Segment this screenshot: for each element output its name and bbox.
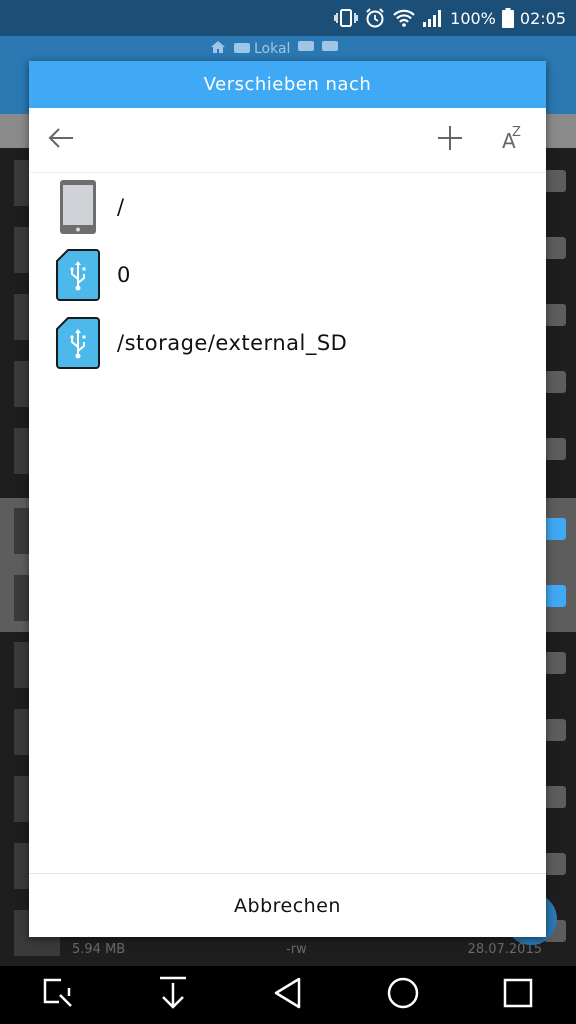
back-triangle-icon — [273, 977, 303, 1013]
tab-lokal-label: Lokal — [254, 41, 291, 57]
list-item-label: 0 — [117, 263, 131, 287]
sort-z-glyph: Z — [512, 125, 521, 140]
chat-icon — [298, 41, 315, 57]
battery-icon — [501, 8, 514, 28]
checkbox — [544, 853, 566, 875]
signal-icon — [422, 8, 444, 28]
new-folder-button[interactable] — [434, 124, 466, 156]
clock: 02:05 — [519, 8, 566, 28]
screenshot-button[interactable] — [38, 975, 78, 1015]
checkbox — [544, 786, 566, 808]
sort-az-icon: A Z — [500, 125, 528, 154]
dialog-toolbar: A Z — [29, 108, 546, 173]
checkbox-checked — [544, 585, 566, 607]
checkbox — [544, 438, 566, 460]
recents-nav-button[interactable] — [498, 975, 538, 1015]
checkbox — [544, 371, 566, 393]
checkbox — [544, 652, 566, 674]
list-item-label: /storage/external_SD — [117, 331, 348, 355]
checkbox — [544, 304, 566, 326]
download-button[interactable] — [153, 975, 193, 1015]
screenshot-icon — [41, 976, 75, 1014]
wifi-icon — [392, 8, 416, 28]
list-item-label: / — [117, 195, 125, 219]
home-circle-icon — [386, 976, 420, 1014]
background-file-info: 5.94 MB -rw 28.07.2015 — [72, 942, 542, 957]
list-item-external-sd[interactable]: /storage/external_SD — [29, 309, 546, 377]
back-button[interactable] — [45, 124, 77, 156]
checkbox-checked — [544, 518, 566, 540]
recents-square-icon — [502, 977, 534, 1013]
arrow-left-icon — [47, 126, 75, 154]
sort-button[interactable]: A Z — [498, 124, 530, 156]
chat-icon-2 — [322, 41, 339, 57]
file-size: 5.94 MB — [72, 942, 126, 957]
dialog-footer: Abbrechen — [29, 873, 546, 938]
navigation-bar — [0, 966, 576, 1024]
tab-lokal: Lokal — [234, 41, 290, 57]
list-item-root[interactable]: / — [29, 173, 546, 241]
move-to-dialog: Verschieben nach A Z / 0 /storage/extern… — [29, 61, 546, 937]
back-nav-button[interactable] — [268, 975, 308, 1015]
cancel-button[interactable]: Abbrechen — [214, 887, 361, 925]
home-nav-button[interactable] — [383, 975, 423, 1015]
storage-list: / 0 /storage/external_SD — [29, 173, 546, 377]
vibrate-icon — [334, 8, 358, 28]
background-tabs: Lokal — [210, 40, 339, 58]
alarm-icon — [364, 7, 386, 29]
checkbox — [544, 237, 566, 259]
usb-sd-icon — [55, 315, 101, 371]
battery-percent: 100% — [450, 8, 496, 28]
checkbox — [544, 719, 566, 741]
home-icon — [210, 40, 226, 58]
status-bar: 100% 02:05 — [0, 0, 576, 36]
list-item-0[interactable]: 0 — [29, 241, 546, 309]
checkbox — [544, 170, 566, 192]
plus-icon — [436, 124, 464, 156]
usb-sd-icon — [55, 247, 101, 303]
file-permissions: -rw — [286, 942, 307, 957]
download-icon — [157, 976, 189, 1014]
dialog-title: Verschieben nach — [29, 61, 546, 108]
phone-icon — [55, 179, 101, 235]
